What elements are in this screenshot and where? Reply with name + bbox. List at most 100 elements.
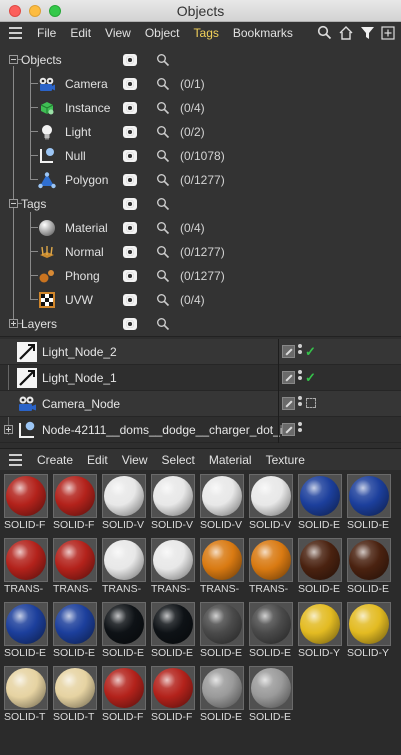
visibility-eye-icon[interactable] (123, 294, 137, 306)
expand-icon[interactable] (4, 425, 13, 434)
tree-item-null[interactable]: Null (0/1078) (0, 144, 401, 168)
visibility-eye-icon[interactable] (123, 222, 137, 234)
material-swatch[interactable]: SOLID-V (151, 474, 195, 532)
menu-view[interactable]: View (98, 26, 138, 40)
material-swatch[interactable]: TRANS- (4, 538, 48, 596)
menu-object[interactable]: Object (138, 26, 187, 40)
menu-view[interactable]: View (115, 453, 155, 467)
search-icon[interactable] (156, 101, 170, 115)
material-swatch[interactable]: SOLID-F (102, 666, 146, 724)
visibility-eye-icon[interactable] (123, 174, 137, 186)
material-swatch[interactable]: SOLID-F (53, 474, 97, 532)
object-row[interactable]: Camera_Node (0, 391, 401, 417)
search-icon[interactable] (156, 197, 170, 211)
tree-item-camera[interactable]: Camera (0/1) (0, 72, 401, 96)
search-icon[interactable] (156, 221, 170, 235)
tree-item-instance[interactable]: Instance (0/4) (0, 96, 401, 120)
home-icon[interactable] (338, 25, 354, 40)
new-panel-icon[interactable] (381, 25, 395, 40)
material-swatch[interactable]: SOLID-T (4, 666, 48, 724)
tree-item-light[interactable]: Light (0/2) (0, 120, 401, 144)
edit-icon[interactable] (282, 345, 295, 358)
search-icon[interactable] (156, 149, 170, 163)
visibility-eye-icon[interactable] (123, 102, 137, 114)
menu-tags[interactable]: Tags (187, 26, 226, 40)
material-swatch[interactable]: SOLID-F (151, 666, 195, 724)
material-swatch[interactable]: SOLID-E (200, 602, 244, 660)
enabled-check-icon[interactable]: ✓ (305, 344, 316, 360)
visibility-eye-icon[interactable] (123, 54, 137, 66)
search-icon[interactable] (156, 125, 170, 139)
layer-dots-icon[interactable] (298, 370, 304, 386)
tree-group-objects[interactable]: Objects (0, 48, 401, 72)
search-icon[interactable] (156, 77, 170, 91)
search-icon[interactable] (156, 269, 170, 283)
tree-group-layers[interactable]: Layers (0, 312, 401, 336)
material-swatch[interactable]: SOLID-T (53, 666, 97, 724)
menu-material[interactable]: Material (202, 453, 259, 467)
material-swatch[interactable]: TRANS- (249, 538, 293, 596)
material-swatch[interactable]: SOLID-F (4, 474, 48, 532)
menu-edit[interactable]: Edit (80, 453, 115, 467)
material-swatch[interactable]: SOLID-E (200, 666, 244, 724)
tree-item-polygon[interactable]: Polygon (0/1277) (0, 168, 401, 192)
search-icon[interactable] (156, 173, 170, 187)
collapse-icon[interactable] (9, 55, 18, 64)
material-swatch[interactable]: SOLID-Y (347, 602, 391, 660)
tree-group-tags[interactable]: Tags (0, 192, 401, 216)
expand-icon[interactable] (9, 319, 18, 328)
material-swatch[interactable]: SOLID-E (151, 602, 195, 660)
material-swatch[interactable]: TRANS- (102, 538, 146, 596)
material-swatch[interactable]: SOLID-E (347, 474, 391, 532)
menu-select[interactable]: Select (155, 453, 202, 467)
material-swatch[interactable]: SOLID-E (102, 602, 146, 660)
menu-texture[interactable]: Texture (259, 453, 312, 467)
material-swatch[interactable]: SOLID-E (249, 602, 293, 660)
search-icon[interactable] (156, 293, 170, 307)
object-row[interactable]: Light_Node_2 ✓ (0, 339, 401, 365)
layer-dots-icon[interactable] (298, 422, 304, 438)
search-icon[interactable] (317, 25, 332, 40)
material-swatch[interactable]: SOLID-E (347, 538, 391, 596)
tree-item-normal[interactable]: Normal (0/1277) (0, 240, 401, 264)
edit-icon[interactable] (282, 371, 295, 384)
object-row[interactable]: Node-42111__doms__dodge__charger_dot_io (0, 417, 401, 443)
collapse-icon[interactable] (9, 199, 18, 208)
material-swatch[interactable]: SOLID-E (249, 666, 293, 724)
visibility-eye-icon[interactable] (123, 318, 137, 330)
menu-edit[interactable]: Edit (63, 26, 98, 40)
material-swatch[interactable]: SOLID-E (298, 538, 342, 596)
material-swatch[interactable]: SOLID-E (4, 602, 48, 660)
layer-dots-icon[interactable] (298, 396, 304, 412)
object-row[interactable]: Light_Node_1 ✓ (0, 365, 401, 391)
edit-icon[interactable] (282, 397, 295, 410)
material-swatch[interactable]: SOLID-E (53, 602, 97, 660)
menu-bookmarks[interactable]: Bookmarks (226, 26, 300, 40)
material-swatch[interactable]: TRANS- (151, 538, 195, 596)
enabled-check-icon[interactable]: ✓ (305, 370, 316, 386)
filter-icon[interactable] (360, 25, 375, 40)
menu-create[interactable]: Create (30, 453, 80, 467)
search-icon[interactable] (156, 317, 170, 331)
material-swatch[interactable]: SOLID-E (298, 474, 342, 532)
tree-item-material[interactable]: Material (0/4) (0, 216, 401, 240)
edit-icon[interactable] (282, 423, 295, 436)
visibility-eye-icon[interactable] (123, 78, 137, 90)
panel-menu-icon[interactable] (0, 22, 30, 44)
visibility-eye-icon[interactable] (123, 150, 137, 162)
tree-item-phong[interactable]: Phong (0/1277) (0, 264, 401, 288)
visibility-eye-icon[interactable] (123, 126, 137, 138)
layer-dots-icon[interactable] (298, 344, 304, 360)
visibility-eye-icon[interactable] (123, 270, 137, 282)
tree-item-uvw[interactable]: UVW (0/4) (0, 288, 401, 312)
material-swatch[interactable]: SOLID-V (200, 474, 244, 532)
menu-file[interactable]: File (30, 26, 63, 40)
material-swatch[interactable]: SOLID-V (249, 474, 293, 532)
visibility-eye-icon[interactable] (123, 198, 137, 210)
panel-menu-icon[interactable] (0, 449, 30, 471)
visibility-eye-icon[interactable] (123, 246, 137, 258)
search-icon[interactable] (156, 245, 170, 259)
material-swatch[interactable]: TRANS- (53, 538, 97, 596)
material-swatch[interactable]: SOLID-Y (298, 602, 342, 660)
material-swatch[interactable]: SOLID-V (102, 474, 146, 532)
